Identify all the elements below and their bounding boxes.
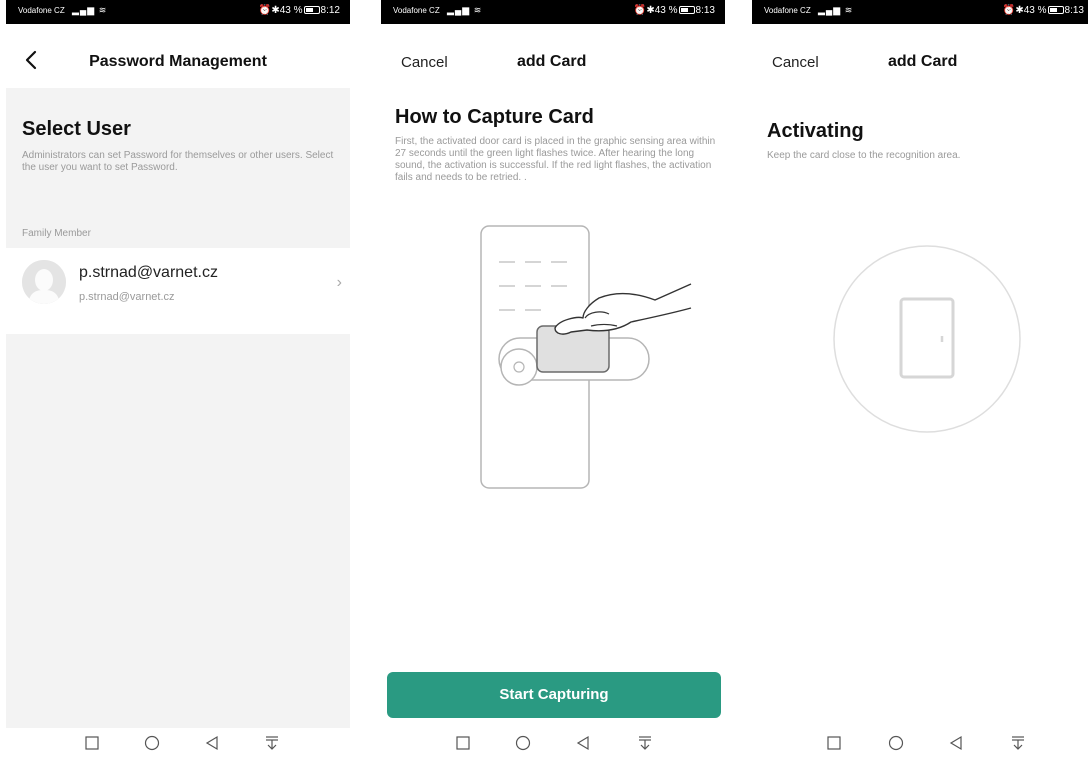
status-bar: Vodafone CZ ▂▄▆ ≋ ⏰✱43 % 8:12: [6, 0, 350, 24]
signal-wifi-icon: ▂▄▆ ≋: [447, 5, 483, 15]
door-icon: [899, 297, 955, 379]
battery-label: 43 %: [1023, 5, 1047, 16]
triangle-back-icon[interactable]: [946, 734, 966, 752]
clock: 8:13: [1064, 5, 1084, 16]
battery-icon: [303, 6, 320, 14]
description: First, the activated door card is placed…: [395, 136, 716, 183]
user-avatar-icon: [22, 260, 66, 304]
status-right: ⏰✱43 % 8:13: [1002, 5, 1084, 16]
description: Keep the card close to the recognition a…: [767, 150, 961, 161]
cancel-button[interactable]: Cancel: [401, 54, 448, 71]
top-nav: Cancel add Card: [381, 40, 725, 84]
battery-icon: [1047, 6, 1064, 14]
page-title: add Card: [888, 53, 958, 70]
battery-label: 43 %: [654, 5, 678, 16]
user-email: p.strnad@varnet.cz: [79, 291, 175, 303]
status-bar: Vodafone CZ ▂▄▆ ≋ ⏰✱43 % 8:13: [381, 0, 725, 24]
cancel-button[interactable]: Cancel: [772, 54, 819, 71]
content-area: [6, 88, 350, 728]
recognition-area: [833, 245, 1021, 433]
carrier-label: Vodafone CZ: [393, 6, 440, 15]
signal-wifi-icon: ▂▄▆ ≋: [818, 5, 854, 15]
card-capture-illustration: [480, 225, 692, 489]
circle-icon[interactable]: [142, 734, 162, 752]
top-nav: Password Management: [6, 40, 350, 84]
triangle-back-icon[interactable]: [573, 734, 593, 752]
heading: How to Capture Card: [395, 106, 594, 128]
page-title: add Card: [517, 53, 587, 70]
description: Administrators can set Password for them…: [22, 150, 334, 173]
download-icon[interactable]: [635, 734, 655, 752]
status-right: ⏰✱43 % 8:13: [633, 5, 715, 16]
user-list-item[interactable]: p.strnad@varnet.cz p.strnad@varnet.cz ›: [6, 248, 350, 334]
screen-add-card-instructions: Vodafone CZ ▂▄▆ ≋ ⏰✱43 % 8:13 Cancel add …: [381, 0, 725, 758]
battery-label: 43 %: [279, 5, 303, 16]
avatar: [22, 260, 66, 304]
download-icon[interactable]: [262, 734, 282, 752]
start-capturing-button[interactable]: Start Capturing: [387, 672, 721, 718]
heading: Select User: [22, 118, 131, 140]
square-icon[interactable]: [453, 734, 473, 752]
top-nav: Cancel add Card: [752, 40, 1088, 84]
clock: 8:12: [320, 5, 340, 16]
section-label: Family Member: [22, 228, 91, 239]
carrier-label: Vodafone CZ: [764, 6, 811, 15]
system-nav-bar: [752, 728, 1088, 758]
circle-icon[interactable]: [513, 734, 533, 752]
battery-icon: [678, 6, 695, 14]
screen-password-management: Vodafone CZ ▂▄▆ ≋ ⏰✱43 % 8:12 Password Ma…: [6, 0, 350, 758]
system-nav-bar: [6, 728, 350, 758]
status-right: ⏰✱43 % 8:12: [258, 5, 340, 16]
square-icon[interactable]: [824, 734, 844, 752]
user-name: p.strnad@varnet.cz: [79, 264, 218, 281]
heading: Activating: [767, 120, 864, 142]
square-icon[interactable]: [82, 734, 102, 752]
signal-wifi-icon: ▂▄▆ ≋: [72, 5, 108, 15]
page-title: Password Management: [89, 53, 267, 70]
chevron-right-icon: ›: [336, 274, 342, 291]
system-nav-bar: [381, 728, 725, 758]
screen-add-card-activating: Vodafone CZ ▂▄▆ ≋ ⏰✱43 % 8:13 Cancel add …: [752, 0, 1088, 758]
status-bar: Vodafone CZ ▂▄▆ ≋ ⏰✱43 % 8:13: [752, 0, 1088, 24]
triangle-back-icon[interactable]: [202, 734, 222, 752]
carrier-label: Vodafone CZ: [18, 6, 65, 15]
download-icon[interactable]: [1008, 734, 1028, 752]
clock: 8:13: [695, 5, 715, 16]
circle-icon[interactable]: [886, 734, 906, 752]
